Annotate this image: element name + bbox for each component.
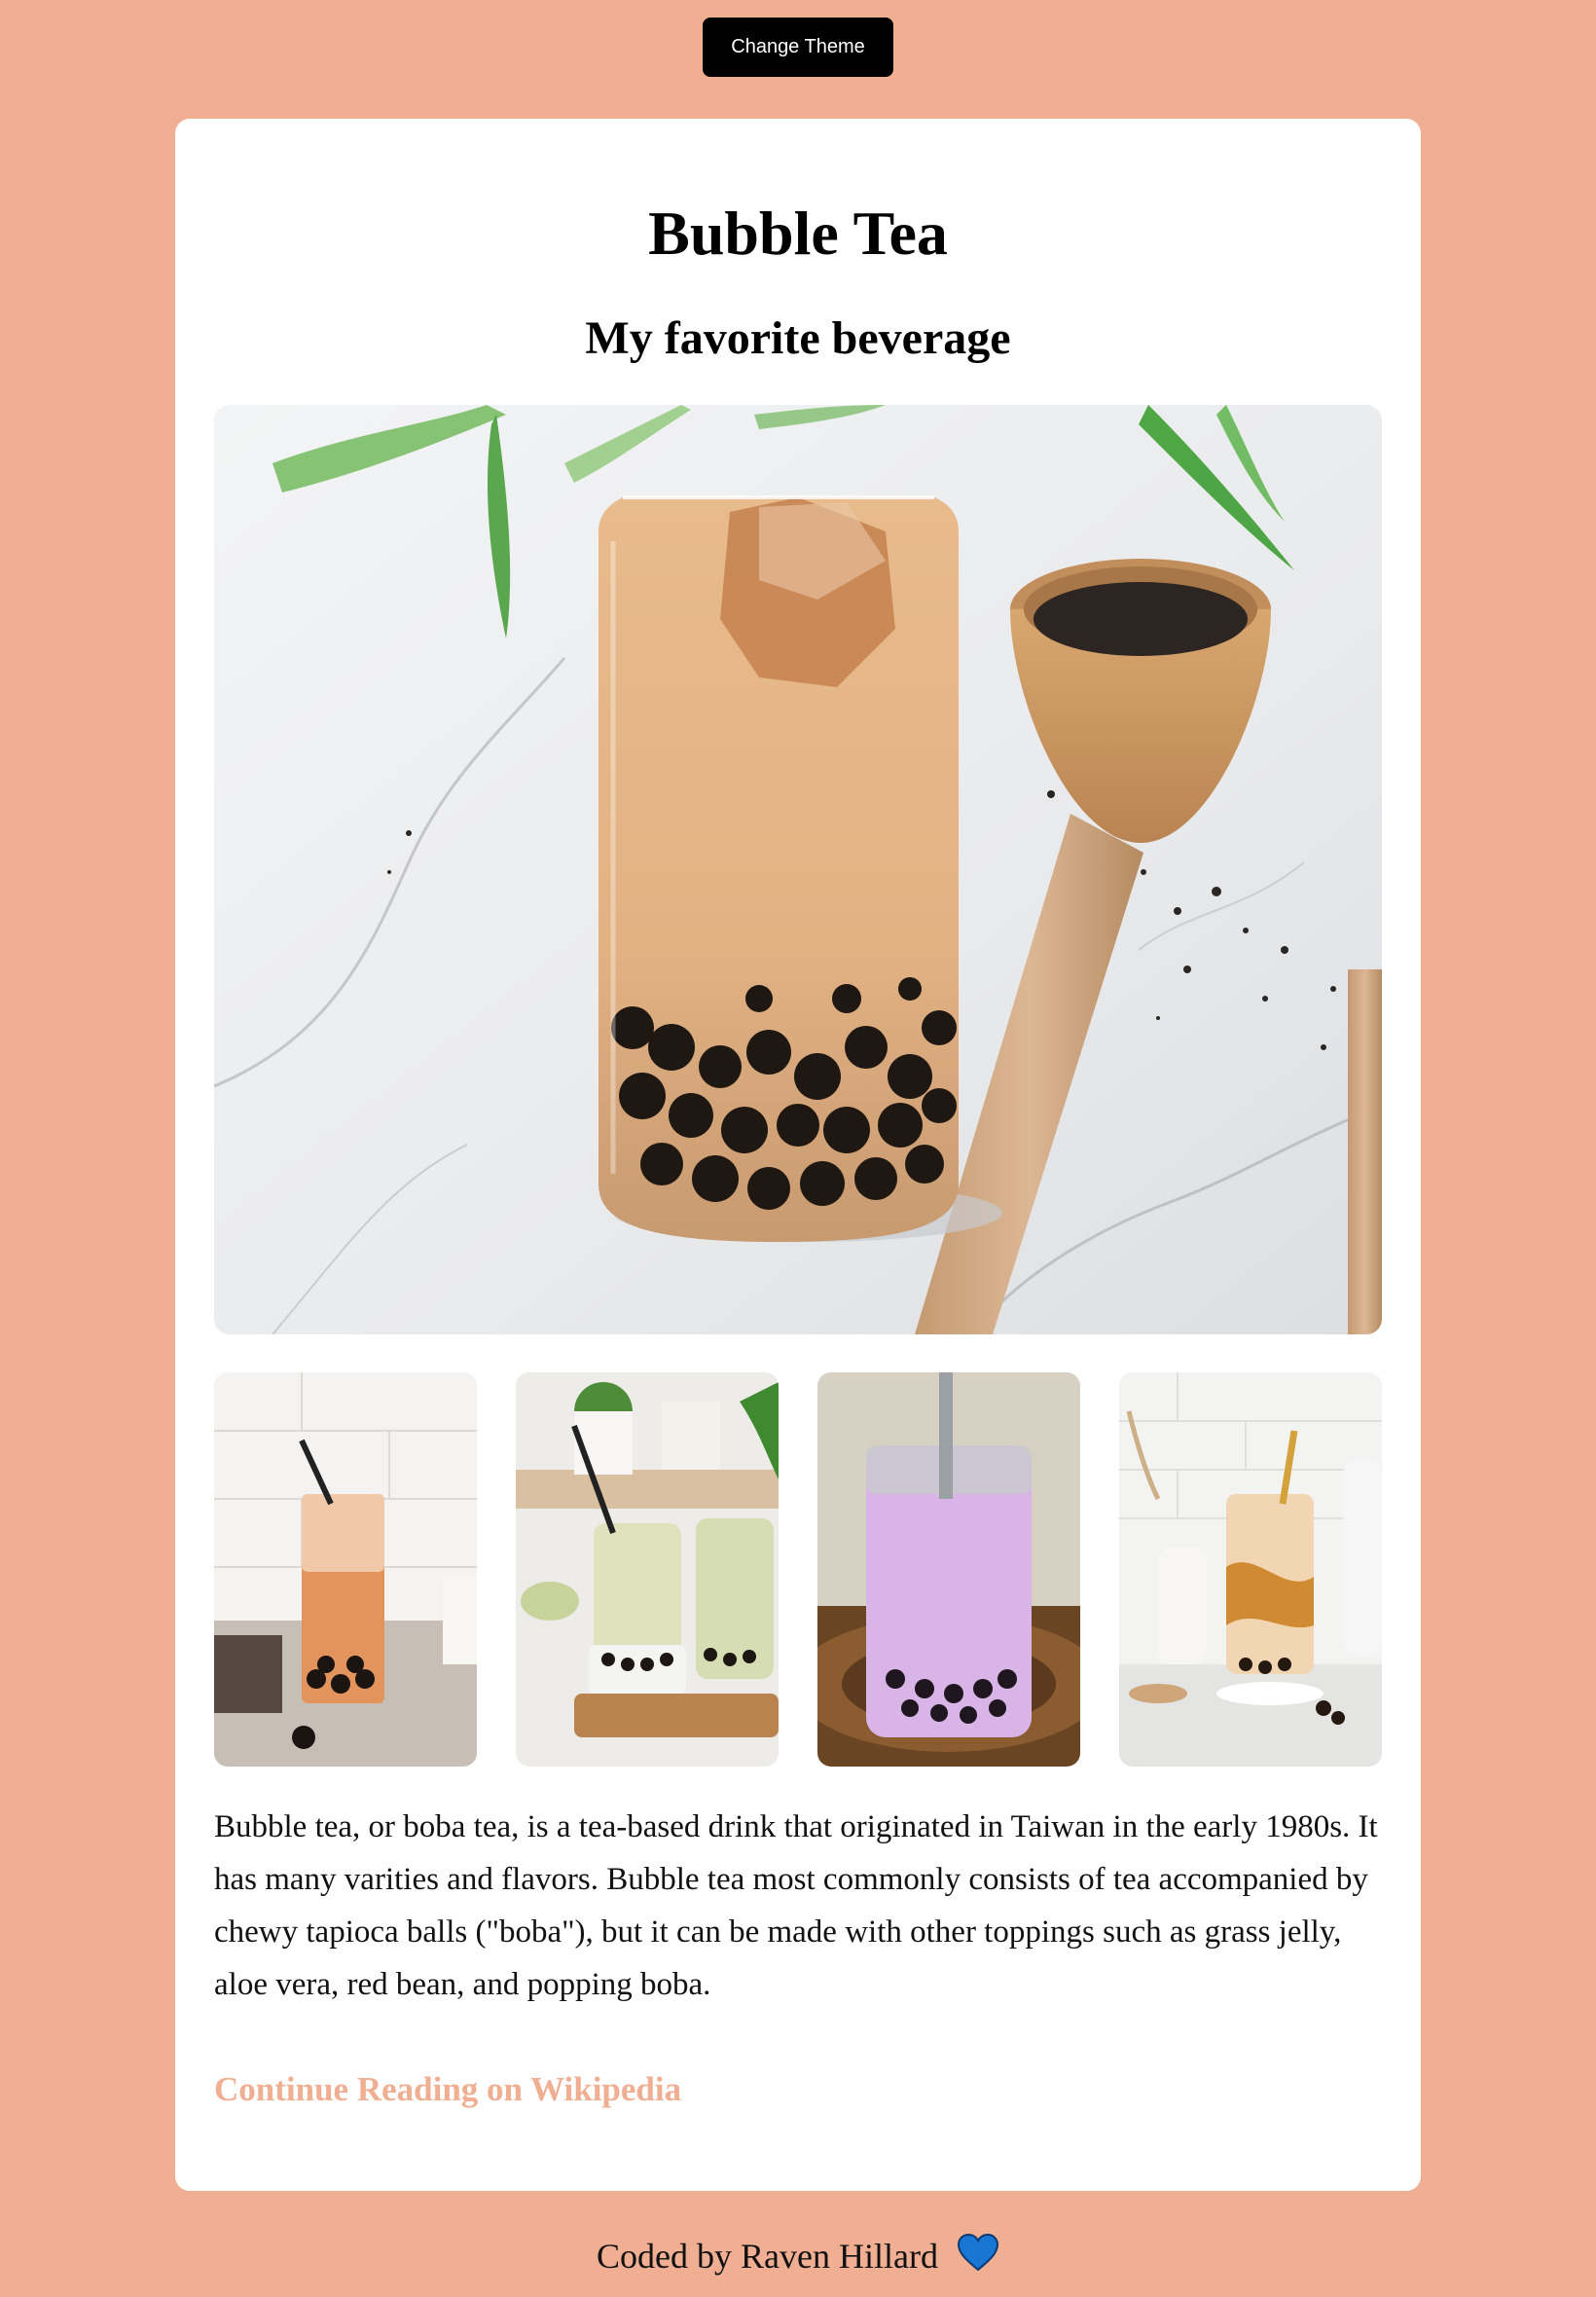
footer-credit: Coded by Raven Hillard	[0, 2227, 1596, 2289]
page-title: Bubble Tea	[648, 199, 948, 268]
thumbnail-thai-tea-image	[214, 1372, 477, 1767]
thumbnail-taro-tea-image	[817, 1372, 1080, 1767]
thumbnail-honeydew-tea-image	[516, 1372, 779, 1767]
page-subtitle: My favorite beverage	[585, 312, 1011, 364]
article-description: Bubble tea, or boba tea, is a tea-based …	[214, 1809, 1378, 2002]
footer-credit-text: Coded by Raven Hillard	[597, 2237, 938, 2276]
change-theme-button[interactable]: Change Theme	[703, 18, 893, 77]
hero-bubble-tea-image	[214, 405, 1382, 1334]
thumbnail-brown-sugar-tea-image	[1119, 1372, 1382, 1767]
wikipedia-link[interactable]: Continue Reading on Wikipedia	[214, 2065, 681, 2114]
blue-heart-icon	[957, 2231, 999, 2289]
